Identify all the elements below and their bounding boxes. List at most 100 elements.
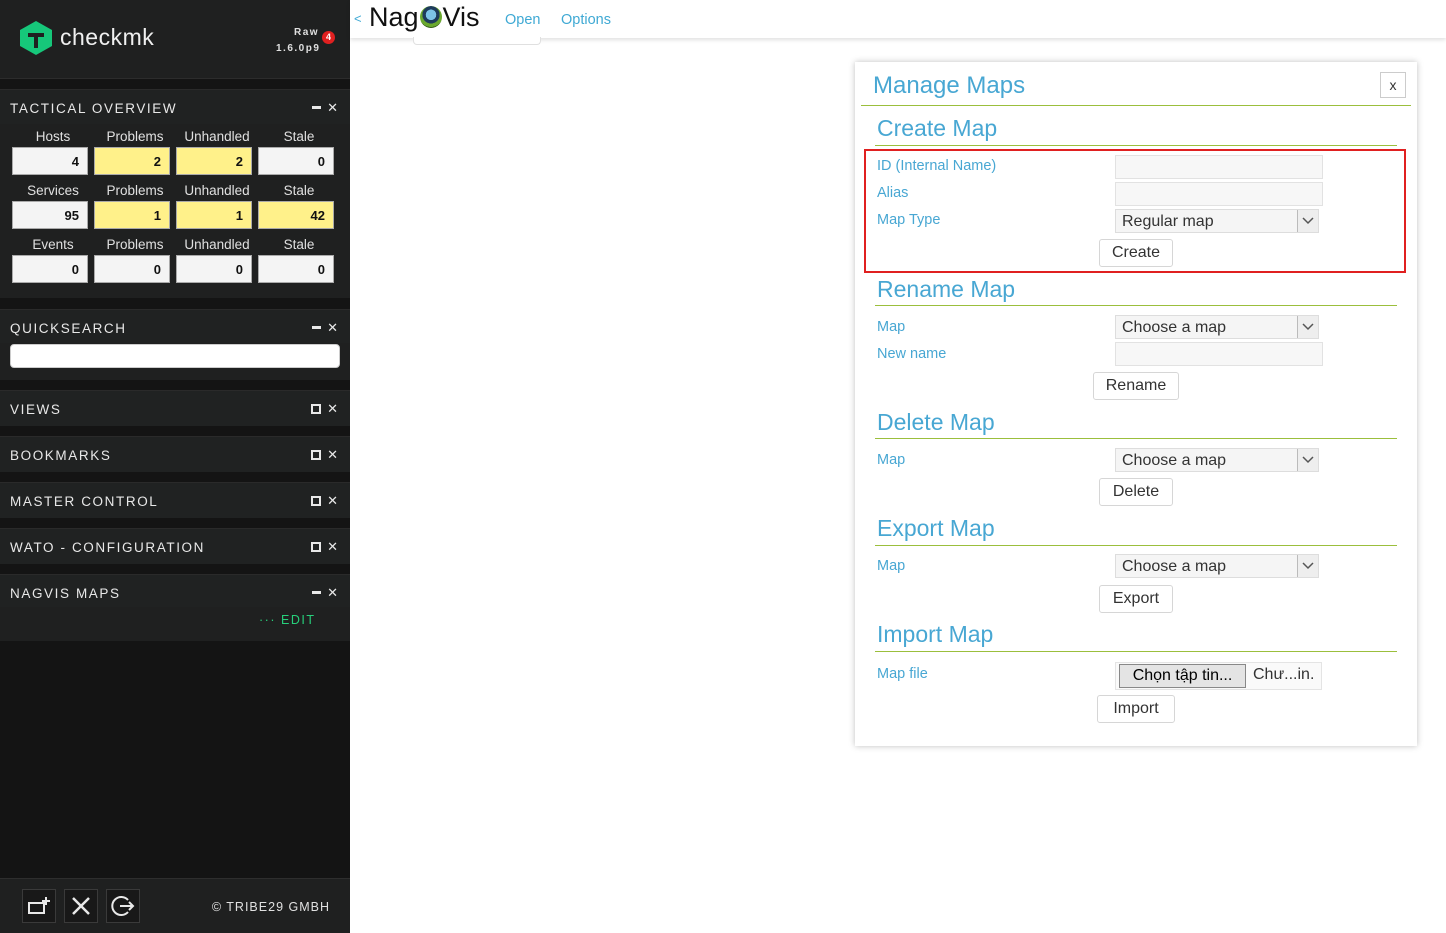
rename-map-value: Choose a map [1122, 319, 1227, 336]
rename-button[interactable]: Rename [1093, 372, 1179, 400]
services-count[interactable]: 95 [12, 201, 88, 229]
map-file-input[interactable]: Chọn tập tin... Chư...in. [1115, 662, 1322, 690]
new-name-label: New name [877, 346, 947, 362]
delete-map-label: Map [877, 452, 906, 468]
snapin-title: NAGVIS MAPS [10, 586, 121, 601]
tactical-row-labels: Events Problems Unhandled Stale [12, 237, 340, 252]
edition-label: Raw [294, 27, 320, 38]
hosts-stale[interactable]: 0 [258, 147, 334, 175]
delete-button[interactable]: Delete [1099, 478, 1173, 506]
close-icon[interactable]: ✕ [327, 402, 338, 415]
nagvis-logo[interactable]: Nag Vis [369, 2, 480, 33]
tactical-row-values: 0 0 0 0 [12, 255, 340, 283]
divider [875, 305, 1397, 306]
nagvis-globe-icon [419, 6, 442, 28]
section-title-import: Import Map [877, 621, 994, 647]
nagvis-maps-body: ··· EDIT [0, 607, 350, 641]
export-map-value: Choose a map [1122, 558, 1227, 575]
minimize-icon[interactable] [312, 326, 322, 329]
close-icon[interactable]: ✕ [327, 101, 338, 114]
maximize-icon[interactable] [311, 449, 322, 460]
services-problems[interactable]: 1 [94, 201, 170, 229]
tools-icon [72, 897, 90, 915]
divider [875, 438, 1397, 439]
snapin-title: VIEWS [10, 402, 62, 417]
chosen-file-name: Chư...in. [1253, 666, 1315, 683]
new-name-input[interactable] [1115, 342, 1323, 366]
snapin-nagvis-maps-header[interactable]: NAGVIS MAPS ✕ [0, 574, 350, 610]
divider [875, 545, 1397, 546]
snapin-bookmarks-header[interactable]: BOOKMARKS ✕ [0, 436, 350, 472]
hosts-problems[interactable]: 2 [94, 147, 170, 175]
tools-button[interactable] [64, 889, 98, 923]
sidebar: checkmk Raw 4 1.6.0p9 TACTICAL OVERVIEW … [0, 0, 350, 933]
maximize-icon[interactable] [311, 541, 322, 552]
events-problems[interactable]: 0 [94, 255, 170, 283]
notification-badge[interactable]: 4 [322, 31, 335, 44]
tactical-label: Stale [283, 183, 315, 198]
tactical-label: Stale [283, 129, 315, 144]
export-button[interactable]: Export [1099, 585, 1173, 613]
chevron-down-icon [1297, 449, 1318, 471]
logo-text-right: Vis [442, 2, 480, 32]
hosts-count[interactable]: 4 [12, 147, 88, 175]
export-map-select[interactable]: Choose a map [1115, 554, 1319, 578]
close-icon[interactable]: ✕ [327, 494, 338, 507]
section-title-delete: Delete Map [877, 409, 995, 435]
import-button[interactable]: Import [1097, 695, 1175, 723]
snapin-title: MASTER CONTROL [10, 494, 159, 509]
tactical-label: Services [27, 183, 79, 198]
maximize-icon[interactable] [311, 495, 322, 506]
snapin-title: BOOKMARKS [10, 448, 112, 463]
snapin-wato-header[interactable]: WATO - CONFIGURATION ✕ [0, 528, 350, 564]
snapin-views-header[interactable]: VIEWS ✕ [0, 390, 350, 426]
tactical-row-labels: Hosts Problems Unhandled Stale [12, 129, 340, 144]
close-icon[interactable]: ✕ [327, 321, 338, 334]
divider [875, 651, 1397, 652]
delete-map-select[interactable]: Choose a map [1115, 448, 1319, 472]
chevron-down-icon [1297, 316, 1318, 338]
close-icon[interactable]: ✕ [327, 448, 338, 461]
snapin-master-control-header[interactable]: MASTER CONTROL ✕ [0, 482, 350, 518]
add-snapin-button[interactable] [22, 889, 56, 923]
choose-file-button[interactable]: Chọn tập tin... [1119, 664, 1246, 688]
tactical-label: Unhandled [184, 183, 250, 198]
menu-open[interactable]: Open [505, 12, 540, 28]
checkmk-logo-icon[interactable] [20, 21, 52, 55]
brand-name: checkmk [60, 24, 155, 50]
logo-dropdown-tab [413, 37, 541, 45]
logo-text-left: Nag [369, 2, 419, 32]
snapin-quicksearch-header[interactable]: QUICKSEARCH ✕ [0, 309, 350, 345]
edit-link[interactable]: ··· EDIT [259, 613, 315, 627]
close-icon[interactable]: ✕ [327, 586, 338, 599]
dialog-title: Manage Maps [873, 72, 1026, 99]
quicksearch-input[interactable] [10, 344, 340, 368]
highlight-box [864, 149, 1406, 273]
events-unhandled[interactable]: 0 [176, 255, 252, 283]
events-count[interactable]: 0 [12, 255, 88, 283]
tactical-label: Events [32, 237, 74, 252]
rename-map-select[interactable]: Choose a map [1115, 315, 1319, 339]
quicksearch-body [0, 343, 350, 380]
tactical-label: Problems [106, 183, 164, 198]
maximize-icon[interactable] [311, 403, 322, 414]
tactical-label: Unhandled [184, 237, 250, 252]
copyright: © TRIBE29 GMBH [211, 900, 330, 914]
logout-button[interactable] [106, 889, 140, 923]
close-icon[interactable]: ✕ [327, 540, 338, 553]
services-unhandled[interactable]: 1 [176, 201, 252, 229]
snapin-tactical-overview-header[interactable]: TACTICAL OVERVIEW ✕ [0, 89, 350, 125]
tactical-label: Hosts [35, 129, 71, 144]
back-arrow-icon[interactable]: < [354, 11, 362, 26]
services-stale[interactable]: 42 [258, 201, 334, 229]
snapin-title: QUICKSEARCH [10, 321, 127, 336]
hosts-unhandled[interactable]: 2 [176, 147, 252, 175]
dialog-close-button[interactable]: x [1380, 72, 1406, 98]
minimize-icon[interactable] [312, 591, 322, 594]
logo-area: checkmk Raw 4 1.6.0p9 [0, 0, 350, 79]
events-stale[interactable]: 0 [258, 255, 334, 283]
minimize-icon[interactable] [312, 106, 322, 109]
tactical-overview: Hosts Problems Unhandled Stale 4 2 2 0 S… [0, 124, 350, 298]
menu-options[interactable]: Options [561, 12, 611, 28]
tactical-label: Stale [283, 237, 315, 252]
